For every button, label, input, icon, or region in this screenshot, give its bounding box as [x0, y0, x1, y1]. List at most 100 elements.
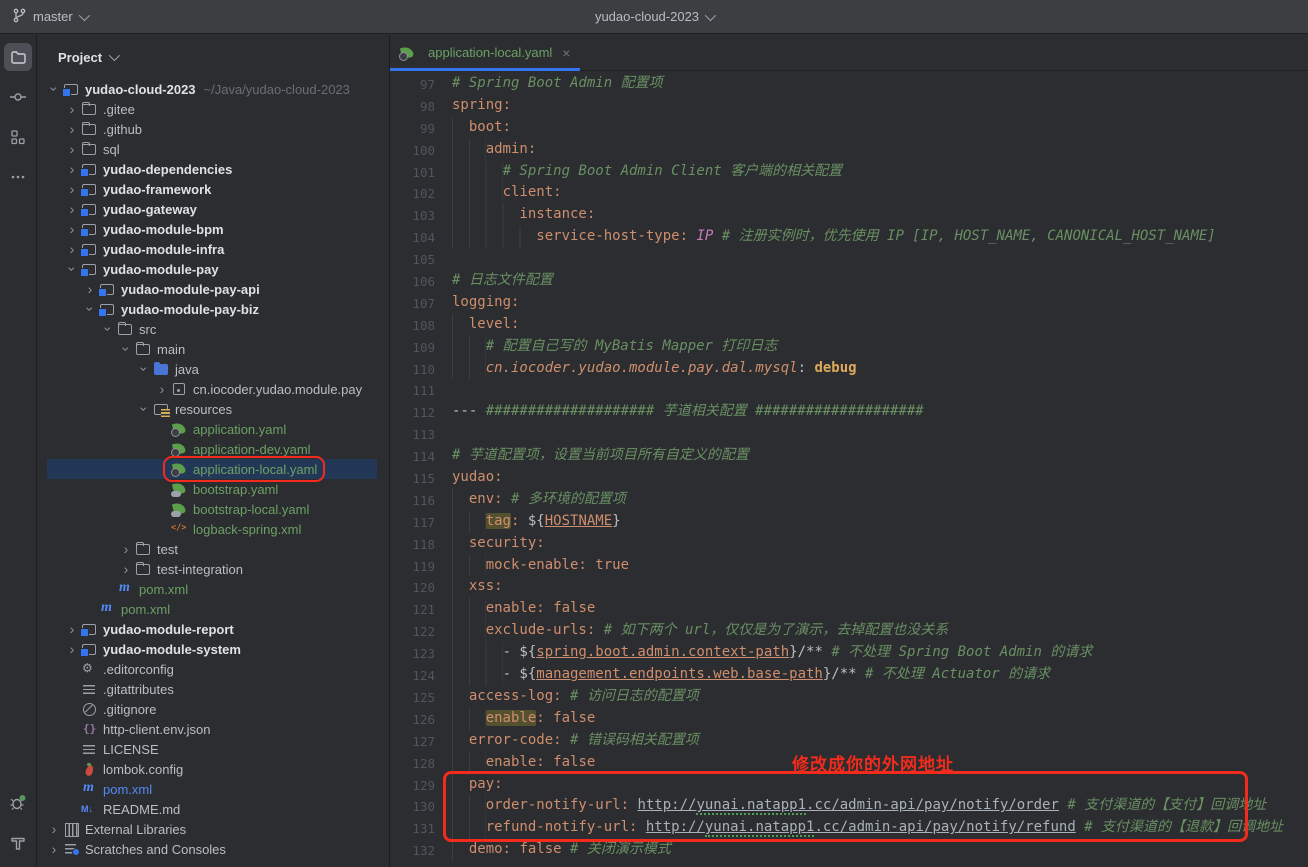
chevron-expanded-icon[interactable]: › [99, 322, 117, 336]
tree-item-pom-xml[interactable]: pom.xml [37, 579, 389, 599]
tree-item--github[interactable]: ›.github [37, 119, 389, 139]
code-line-100[interactable]: 100admin: [390, 139, 1308, 161]
code-line-116[interactable]: 116env: # 多环境的配置项 [390, 489, 1308, 511]
code-line-132[interactable]: 132demo: false # 关闭演示模式 [390, 839, 1308, 861]
tree-item-yudao-module-report[interactable]: ›yudao-module-report [37, 619, 389, 639]
tree-item-sql[interactable]: ›sql [37, 139, 389, 159]
tree-item-yudao-cloud-2023[interactable]: ›yudao-cloud-2023~/Java/yudao-cloud-2023 [37, 79, 389, 99]
code-line-123[interactable]: 123- ${spring.boot.admin.context-path}/*… [390, 642, 1308, 664]
code-line-127[interactable]: 127error-code: # 错误码相关配置项 [390, 730, 1308, 752]
tree-item--gitignore[interactable]: .gitignore [37, 699, 389, 719]
chevron-collapsed-icon[interactable]: › [63, 622, 81, 636]
chevron-collapsed-icon[interactable]: › [63, 222, 81, 236]
code-line-119[interactable]: 119mock-enable: true [390, 555, 1308, 577]
line-number[interactable]: 100 [390, 139, 435, 161]
build-icon[interactable] [4, 829, 32, 857]
line-number[interactable]: 116 [390, 489, 435, 511]
line-number[interactable]: 129 [390, 774, 435, 796]
code-line-129[interactable]: 129pay: [390, 774, 1308, 796]
tree-item-resources[interactable]: ›resources [37, 399, 389, 419]
code-line-113[interactable]: 113 [390, 423, 1308, 445]
line-number[interactable]: 120 [390, 576, 435, 598]
chevron-collapsed-icon[interactable]: › [117, 562, 135, 576]
tree-item-yudao-module-pay-api[interactable]: ›yudao-module-pay-api [37, 279, 389, 299]
line-number[interactable]: 127 [390, 730, 435, 752]
tree-item-main[interactable]: ›main [37, 339, 389, 359]
tree-item-yudao-framework[interactable]: ›yudao-framework [37, 179, 389, 199]
tree-item-bootstrap-yaml[interactable]: bootstrap.yaml [37, 479, 389, 499]
tree-item-yudao-module-system[interactable]: ›yudao-module-system [37, 639, 389, 659]
debug-icon[interactable] [4, 789, 32, 817]
line-number[interactable]: 97 [390, 73, 435, 95]
line-number[interactable]: 128 [390, 752, 435, 774]
tree-item-yudao-module-bpm[interactable]: ›yudao-module-bpm [37, 219, 389, 239]
line-number[interactable]: 124 [390, 664, 435, 686]
tree-item-java[interactable]: ›java [37, 359, 389, 379]
code-line-110[interactable]: 110cn.iocoder.yudao.module.pay.dal.mysql… [390, 358, 1308, 380]
line-number[interactable]: 131 [390, 817, 435, 839]
code-line-117[interactable]: 117tag: ${HOSTNAME} [390, 511, 1308, 533]
tree-item--gitattributes[interactable]: .gitattributes [37, 679, 389, 699]
chevron-collapsed-icon[interactable]: › [63, 162, 81, 176]
chevron-collapsed-icon[interactable]: › [63, 242, 81, 256]
line-number[interactable]: 121 [390, 598, 435, 620]
tree-item-lombok-config[interactable]: lombok.config [37, 759, 389, 779]
line-number[interactable]: 125 [390, 686, 435, 708]
close-icon[interactable]: × [562, 45, 570, 61]
code-line-131[interactable]: 131refund-notify-url: http://yunai.natap… [390, 817, 1308, 839]
tree-item-readme-md[interactable]: README.md [37, 799, 389, 819]
line-number[interactable]: 98 [390, 95, 435, 117]
line-number[interactable]: 99 [390, 117, 435, 139]
tree-item-bootstrap-local-yaml[interactable]: bootstrap-local.yaml [37, 499, 389, 519]
code-line-126[interactable]: 126enable: false [390, 708, 1308, 730]
git-branch-widget[interactable]: master [12, 8, 87, 26]
commit-icon[interactable] [4, 83, 32, 111]
line-number[interactable]: 130 [390, 795, 435, 817]
code-line-115[interactable]: 115yudao: [390, 467, 1308, 489]
line-number[interactable]: 106 [390, 270, 435, 292]
tree-item-external-libraries[interactable]: ›External Libraries [37, 819, 389, 839]
chevron-collapsed-icon[interactable]: › [81, 282, 99, 296]
tree-item-license[interactable]: LICENSE [37, 739, 389, 759]
code-line-112[interactable]: 112--- #################### 芋道相关配置 #####… [390, 401, 1308, 423]
chevron-expanded-icon[interactable]: › [63, 262, 81, 276]
code-line-111[interactable]: 111 [390, 379, 1308, 401]
line-number[interactable]: 118 [390, 533, 435, 555]
code-line-106[interactable]: 106# 日志文件配置 [390, 270, 1308, 292]
code-line-109[interactable]: 109# 配置自己写的 MyBatis Mapper 打印日志 [390, 336, 1308, 358]
chevron-collapsed-icon[interactable]: › [45, 822, 63, 836]
tree-item-test[interactable]: ›test [37, 539, 389, 559]
code-line-98[interactable]: 98spring: [390, 95, 1308, 117]
chevron-expanded-icon[interactable]: › [135, 402, 153, 416]
line-number[interactable]: 108 [390, 314, 435, 336]
line-number[interactable]: 104 [390, 226, 435, 248]
code-line-97[interactable]: 97# Spring Boot Admin 配置项 [390, 73, 1308, 95]
chevron-collapsed-icon[interactable]: › [63, 642, 81, 656]
line-number[interactable]: 113 [390, 423, 435, 445]
code-line-114[interactable]: 114# 芋道配置项，设置当前项目所有自定义的配置 [390, 445, 1308, 467]
code-line-105[interactable]: 105 [390, 248, 1308, 270]
chevron-collapsed-icon[interactable]: › [63, 122, 81, 136]
line-number[interactable]: 117 [390, 511, 435, 533]
line-number[interactable]: 114 [390, 445, 435, 467]
chevron-collapsed-icon[interactable]: › [117, 542, 135, 556]
code-line-101[interactable]: 101# Spring Boot Admin Client 客户端的相关配置 [390, 161, 1308, 183]
tree-item-logback-spring-xml[interactable]: logback-spring.xml [37, 519, 389, 539]
chevron-expanded-icon[interactable]: › [135, 362, 153, 376]
tree-item-test-integration[interactable]: ›test-integration [37, 559, 389, 579]
code-line-122[interactable]: 122exclude-urls: # 如下两个 url，仅仅是为了演示，去掉配置… [390, 620, 1308, 642]
project-title-widget[interactable]: yudao-cloud-2023 [595, 9, 713, 24]
line-number[interactable]: 115 [390, 467, 435, 489]
line-number[interactable]: 110 [390, 358, 435, 380]
line-number[interactable]: 123 [390, 642, 435, 664]
line-number[interactable]: 107 [390, 292, 435, 314]
code-line-128[interactable]: 128enable: false [390, 752, 1308, 774]
code-line-99[interactable]: 99boot: [390, 117, 1308, 139]
code-line-120[interactable]: 120xss: [390, 576, 1308, 598]
code-line-121[interactable]: 121enable: false [390, 598, 1308, 620]
code-line-104[interactable]: 104service-host-type: IP # 注册实例时，优先使用 IP… [390, 226, 1308, 248]
chevron-collapsed-icon[interactable]: › [63, 142, 81, 156]
tree-item--gitee[interactable]: ›.gitee [37, 99, 389, 119]
chevron-collapsed-icon[interactable]: › [45, 842, 63, 856]
tree-item-pom-xml[interactable]: pom.xml [37, 599, 389, 619]
